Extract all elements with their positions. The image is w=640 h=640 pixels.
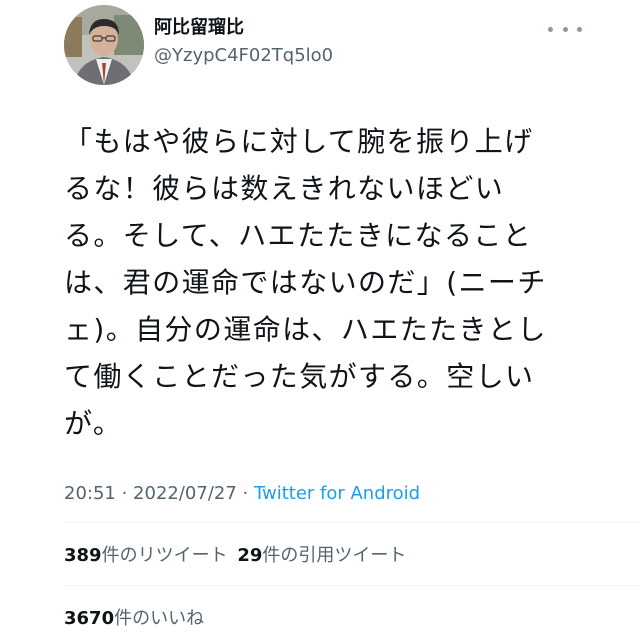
tweet-meta: 20:51 · 2022/07/27 · Twitter for Android xyxy=(64,481,420,507)
separator: · xyxy=(115,483,134,504)
dot xyxy=(577,26,582,32)
retweets-count: 389 xyxy=(64,545,102,566)
profile-photo xyxy=(64,5,144,85)
retweets-label: 件のリツイート xyxy=(101,545,228,566)
tweet-text-line: る。そして、ハエたたきになること xyxy=(64,219,533,252)
tweet-text-line: るな！彼らは数えきれないほどい xyxy=(64,172,505,205)
more-options-icon[interactable] xyxy=(548,22,582,36)
likes-count: 3670 xyxy=(64,608,115,629)
avatar[interactable] xyxy=(64,5,144,85)
dot xyxy=(562,26,568,32)
tweet-text-line: は、君の運命ではないのだ」(ニーチ xyxy=(64,266,547,299)
divider xyxy=(64,585,640,586)
tweet-text-line: が。 xyxy=(64,407,123,440)
separator: · xyxy=(236,483,254,504)
likes-stat[interactable]: 3670件のいいね xyxy=(64,605,204,633)
quotes-count: 29 xyxy=(237,545,263,566)
tweet-source-link[interactable]: Twitter for Android xyxy=(254,483,420,504)
author-handle[interactable]: @YzypC4F02Tq5lo0 xyxy=(154,44,333,68)
tweet-text: 「もはや彼らに対して腕を振り上げ るな！彼らは数えきれないほどい る。そして、ハ… xyxy=(64,118,604,447)
tweet-time[interactable]: 20:51 xyxy=(64,483,116,504)
dot xyxy=(548,26,553,32)
retweets-stat[interactable]: 389件のリツイート xyxy=(64,542,228,570)
divider xyxy=(64,522,640,523)
likes-row: 3670件のいいね xyxy=(64,605,204,633)
author-name[interactable]: 阿比留瑠比 xyxy=(154,16,244,40)
stats-row: 389件のリツイート 29件の引用ツイート xyxy=(64,542,406,570)
tweet-text-line: ェ)。自分の運命は、ハエたたきとし xyxy=(64,313,547,346)
likes-label: 件のいいね xyxy=(114,608,205,629)
tweet-detail: 阿比留瑠比 @YzypC4F02Tq5lo0 「もはや彼らに対して腕を振り上げ … xyxy=(0,0,640,640)
tweet-text-line: て働くことだった気がする。空しい xyxy=(64,360,535,393)
quotes-stat[interactable]: 29件の引用ツイート xyxy=(237,542,406,570)
tweet-text-line: 「もはや彼らに対して腕を振り上げ xyxy=(64,125,534,158)
tweet-date[interactable]: 2022/07/27 xyxy=(133,483,237,504)
quotes-label: 件の引用ツイート xyxy=(262,545,407,566)
